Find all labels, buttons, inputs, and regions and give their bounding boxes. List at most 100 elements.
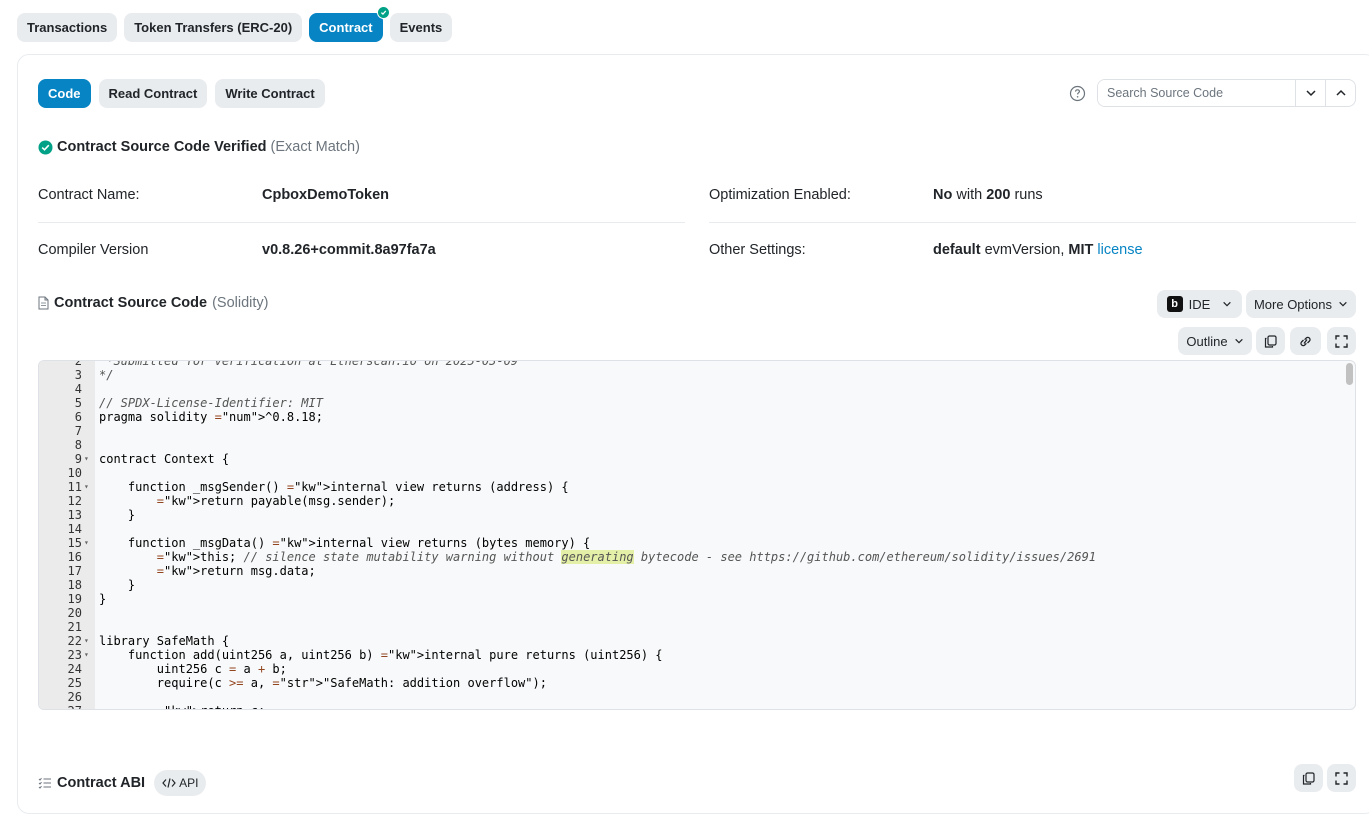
code-line: 6 pragma solidity ="num">^0.8.18; [39, 410, 1355, 424]
optimization-runs-label: runs [1014, 187, 1043, 203]
contract-abi-section: Contract ABI API [38, 770, 207, 796]
code-line: 15 ▾ function _msgData() ="kw">internal v… [39, 536, 1355, 550]
divider [38, 222, 685, 223]
code-line: 7 [39, 424, 1355, 438]
tab-events[interactable]: Events [389, 13, 453, 42]
more-options-label: More Options [1253, 296, 1333, 312]
chevron-up-icon [1335, 89, 1346, 96]
fold-toggle-icon[interactable]: ▾ [84, 634, 89, 648]
search-prev-button[interactable] [1325, 80, 1355, 106]
code-text: ="kw">this; // silence state mutability … [156, 550, 1097, 564]
blockscan-ide-icon: b [1166, 296, 1183, 312]
check-circle-icon [38, 140, 53, 154]
code-line: 23 ▾ function add(uint256 a, uint256 b) =… [39, 648, 1355, 662]
other-settings-value: default evmVersion, MIT license [933, 242, 1143, 258]
code-text: ="kw">return msg.data; [156, 564, 316, 578]
code-icon [162, 778, 176, 788]
code-text: // SPDX-License-Identifier: MIT [99, 396, 323, 410]
subtab-read-contract[interactable]: Read Contract [98, 79, 208, 108]
fullscreen-button[interactable] [1327, 327, 1356, 355]
line-number: 14 [67, 522, 82, 536]
line-number: 18 [67, 578, 82, 592]
more-options-button[interactable]: More Options [1246, 290, 1356, 318]
link-button[interactable] [1290, 327, 1321, 355]
code-line: 3 */ [39, 368, 1355, 382]
line-number: 13 [67, 508, 82, 522]
line-number: 26 [67, 690, 82, 704]
vertical-scrollbar[interactable] [1346, 363, 1353, 385]
code-editor[interactable]: 2 *Submitted for verification at Ethersc… [38, 360, 1356, 710]
chevron-down-icon [1305, 90, 1316, 97]
line-number: 15 [67, 536, 82, 550]
code-text: function _msgData() ="kw">internal view … [99, 536, 591, 550]
fold-toggle-icon[interactable]: ▾ [84, 536, 89, 550]
code-line: 26 [39, 690, 1355, 704]
code-line: 13 } [39, 508, 1355, 522]
code-line: 22 ▾ library SafeMath { [39, 634, 1355, 648]
chevron-down-icon [1223, 301, 1232, 307]
line-number: 5 [74, 396, 82, 410]
line-number: 3 [74, 368, 82, 382]
fold-toggle-icon[interactable]: ▾ [84, 648, 89, 662]
code-line: 25 require(c >= a, ="str">"SafeMath: add… [39, 676, 1355, 690]
code-line: 5 // SPDX-License-Identifier: MIT [39, 396, 1355, 410]
chevron-down-icon [1234, 338, 1243, 344]
license-mit: MIT [1068, 242, 1094, 258]
code-line: 10 [39, 466, 1355, 480]
code-text: ="kw">return c; [99, 704, 265, 709]
abi-fullscreen-button[interactable] [1327, 764, 1356, 792]
line-number: 12 [67, 494, 82, 508]
compiler-value: v0.8.26+commit.8a97fa7a [262, 242, 436, 258]
code-line: 8 [39, 438, 1355, 452]
subtab-code[interactable]: Code [38, 79, 91, 108]
source-code-lang: (Solidity) [212, 295, 269, 311]
outline-button[interactable]: Outline [1178, 327, 1252, 355]
tab-token-transfers[interactable]: Token Transfers (ERC-20) [124, 13, 303, 42]
code-text: */ [99, 368, 114, 382]
code-line: 20 [39, 606, 1355, 620]
line-number: 9 [74, 452, 82, 466]
line-number: 16 [67, 550, 82, 564]
tab-contract[interactable]: Contract [309, 6, 390, 42]
api-button[interactable]: API [154, 770, 207, 796]
line-number: 2 [74, 360, 82, 368]
contract-abi-heading: Contract ABI [57, 775, 146, 791]
api-label: API [179, 776, 199, 790]
code-line: 11 ▾ function _msgSender() ="kw">internal… [39, 480, 1355, 494]
license-link[interactable]: license [1097, 242, 1142, 258]
subtab-write-contract[interactable]: Write Contract [215, 79, 325, 108]
code-text: } [99, 508, 136, 522]
line-number: 27 [39, 704, 82, 709]
abi-copy-button[interactable] [1294, 764, 1323, 792]
code-text: contract Context { [99, 452, 230, 466]
code-line: 9 ▾ contract Context { [39, 452, 1355, 466]
line-number: 6 [74, 410, 82, 424]
evm-default: default [933, 242, 981, 258]
fold-toggle-icon[interactable]: ▾ [84, 452, 89, 466]
line-number: 21 [67, 620, 82, 634]
contract-subtabs: Code Read Contract Write Contract [38, 79, 325, 108]
code-line: 14 [39, 522, 1355, 536]
search-input[interactable] [1098, 80, 1295, 106]
list-check-icon [38, 777, 51, 789]
fold-toggle-icon[interactable]: ▾ [84, 480, 89, 494]
line-number: 19 [67, 592, 82, 606]
contract-name-label: Contract Name: [38, 187, 140, 203]
help-icon[interactable] [1069, 85, 1086, 102]
optimization-value: No with 200 runs [933, 187, 1043, 203]
source-code-heading: Contract Source Code [54, 295, 208, 311]
tab-transactions[interactable]: Transactions [17, 13, 118, 42]
top-tabs: Transactions Token Transfers (ERC-20) Co… [17, 6, 453, 42]
copy-icon [1264, 334, 1277, 348]
ide-button[interactable]: b IDE [1157, 290, 1242, 318]
verified-status: Contract Source Code Verified (Exact Mat… [38, 139, 360, 155]
line-number: 11 [67, 480, 82, 494]
optimization-label: Optimization Enabled: [709, 187, 851, 203]
code-text: pragma solidity ="num">^0.8.18; [99, 410, 323, 424]
code-text: *Submitted for verification at Etherscan… [99, 360, 519, 368]
search-next-button[interactable] [1295, 80, 1325, 106]
line-number: 10 [67, 466, 82, 480]
code-line: 12 ="kw">return payable(msg.sender); [39, 494, 1355, 508]
copy-button[interactable] [1256, 327, 1285, 355]
compiler-label: Compiler Version [38, 242, 149, 258]
